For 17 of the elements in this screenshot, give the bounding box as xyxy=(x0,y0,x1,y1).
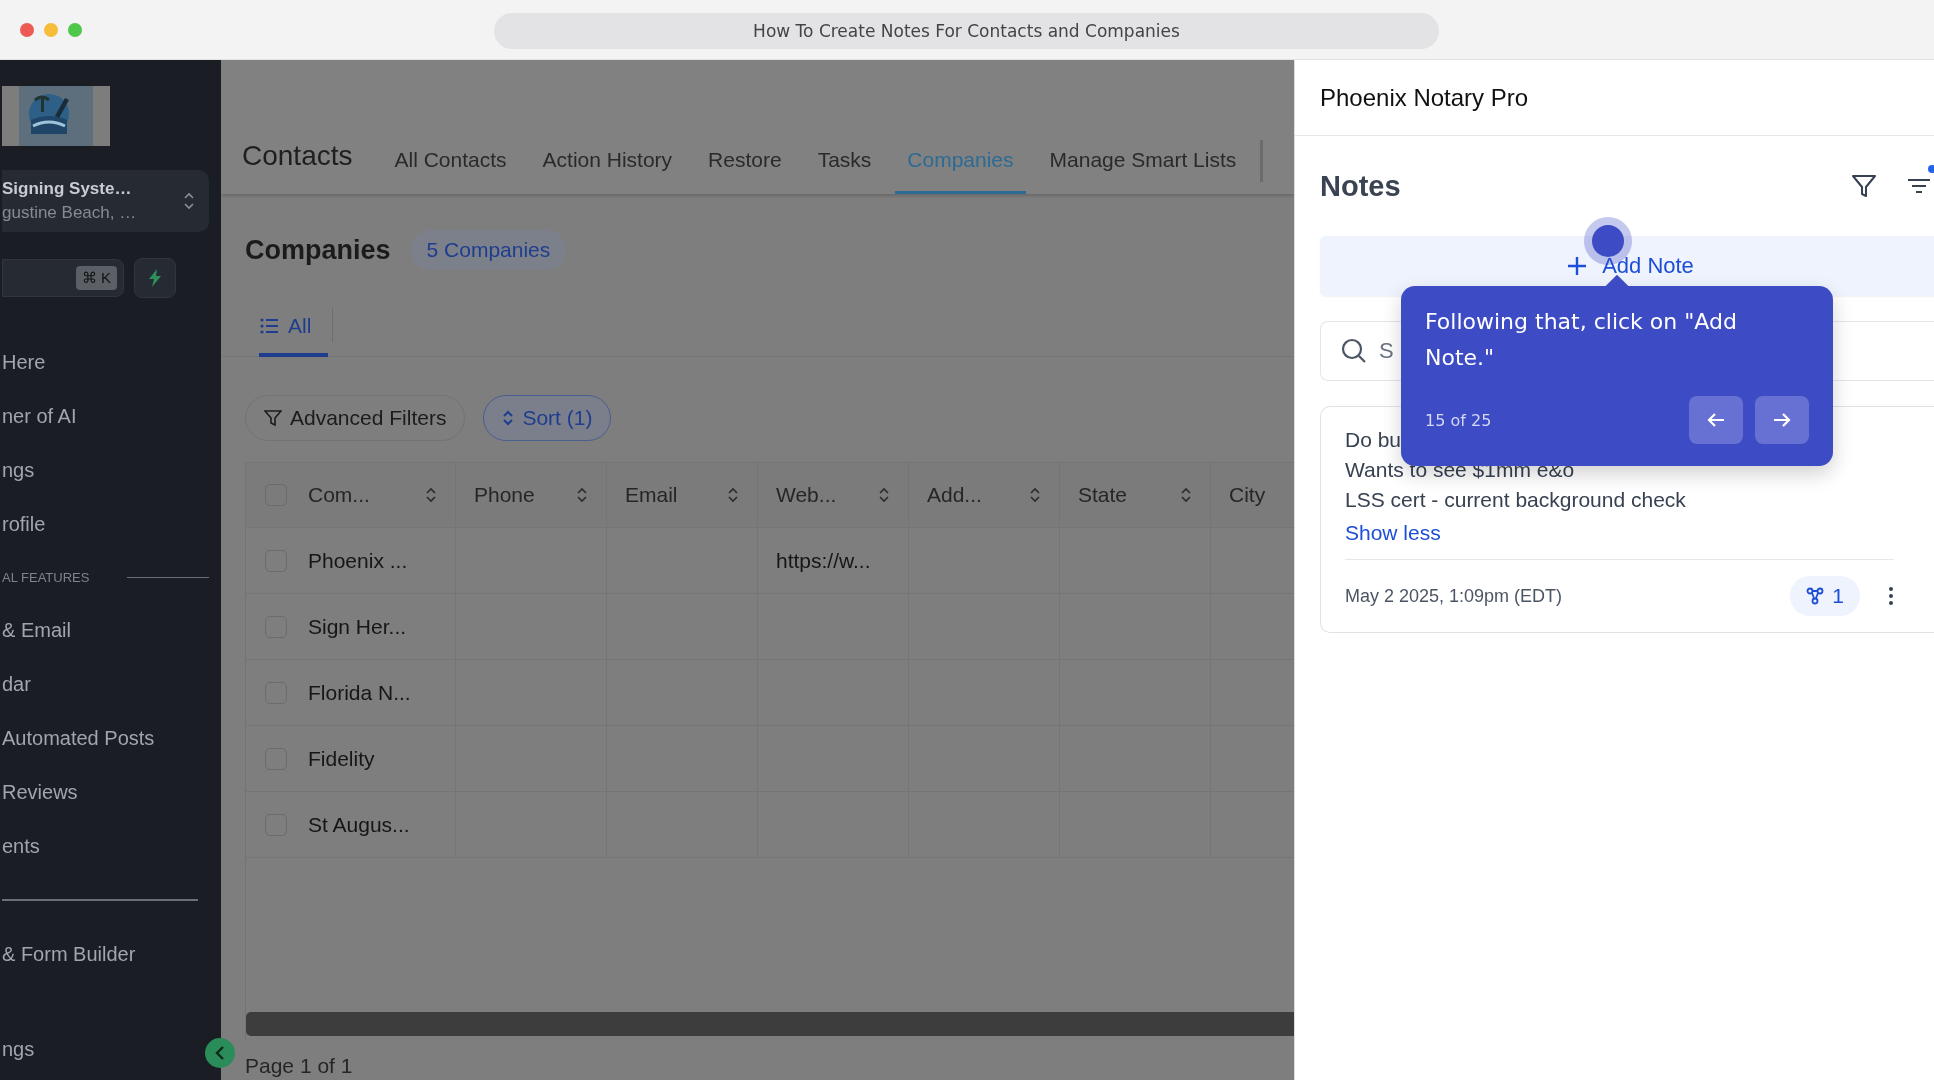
tooltip-text: Following that, click on "Add Note." xyxy=(1425,308,1738,372)
page-title: Contacts xyxy=(242,139,353,173)
notes-heading: Notes xyxy=(1320,169,1401,203)
count-badge: 5 Companies xyxy=(410,230,567,270)
website-text: https://w... xyxy=(776,548,871,573)
section-heading: Companies xyxy=(245,234,391,266)
pagination-text: Page 1 of 1 xyxy=(245,1054,354,1078)
note-text: Do bu xyxy=(1345,427,1403,453)
note-text: LSS cert - current background check xyxy=(1345,487,1687,513)
section-label: AL FEATURES xyxy=(2,569,90,585)
shortcut-key: ⌘ K xyxy=(75,266,117,290)
window-title: How To Create Notes For Contacts and Companies xyxy=(494,13,1439,49)
step-counter: 15 of 25 xyxy=(1425,410,1492,430)
panel-title: Phoenix Notary Pro xyxy=(1320,83,1529,112)
account-name: Signing Syste… xyxy=(2,179,133,199)
account-location: gustine Beach, … xyxy=(2,203,137,223)
note-date: May 2 2025, 1:09pm (EDT) xyxy=(1345,585,1564,607)
